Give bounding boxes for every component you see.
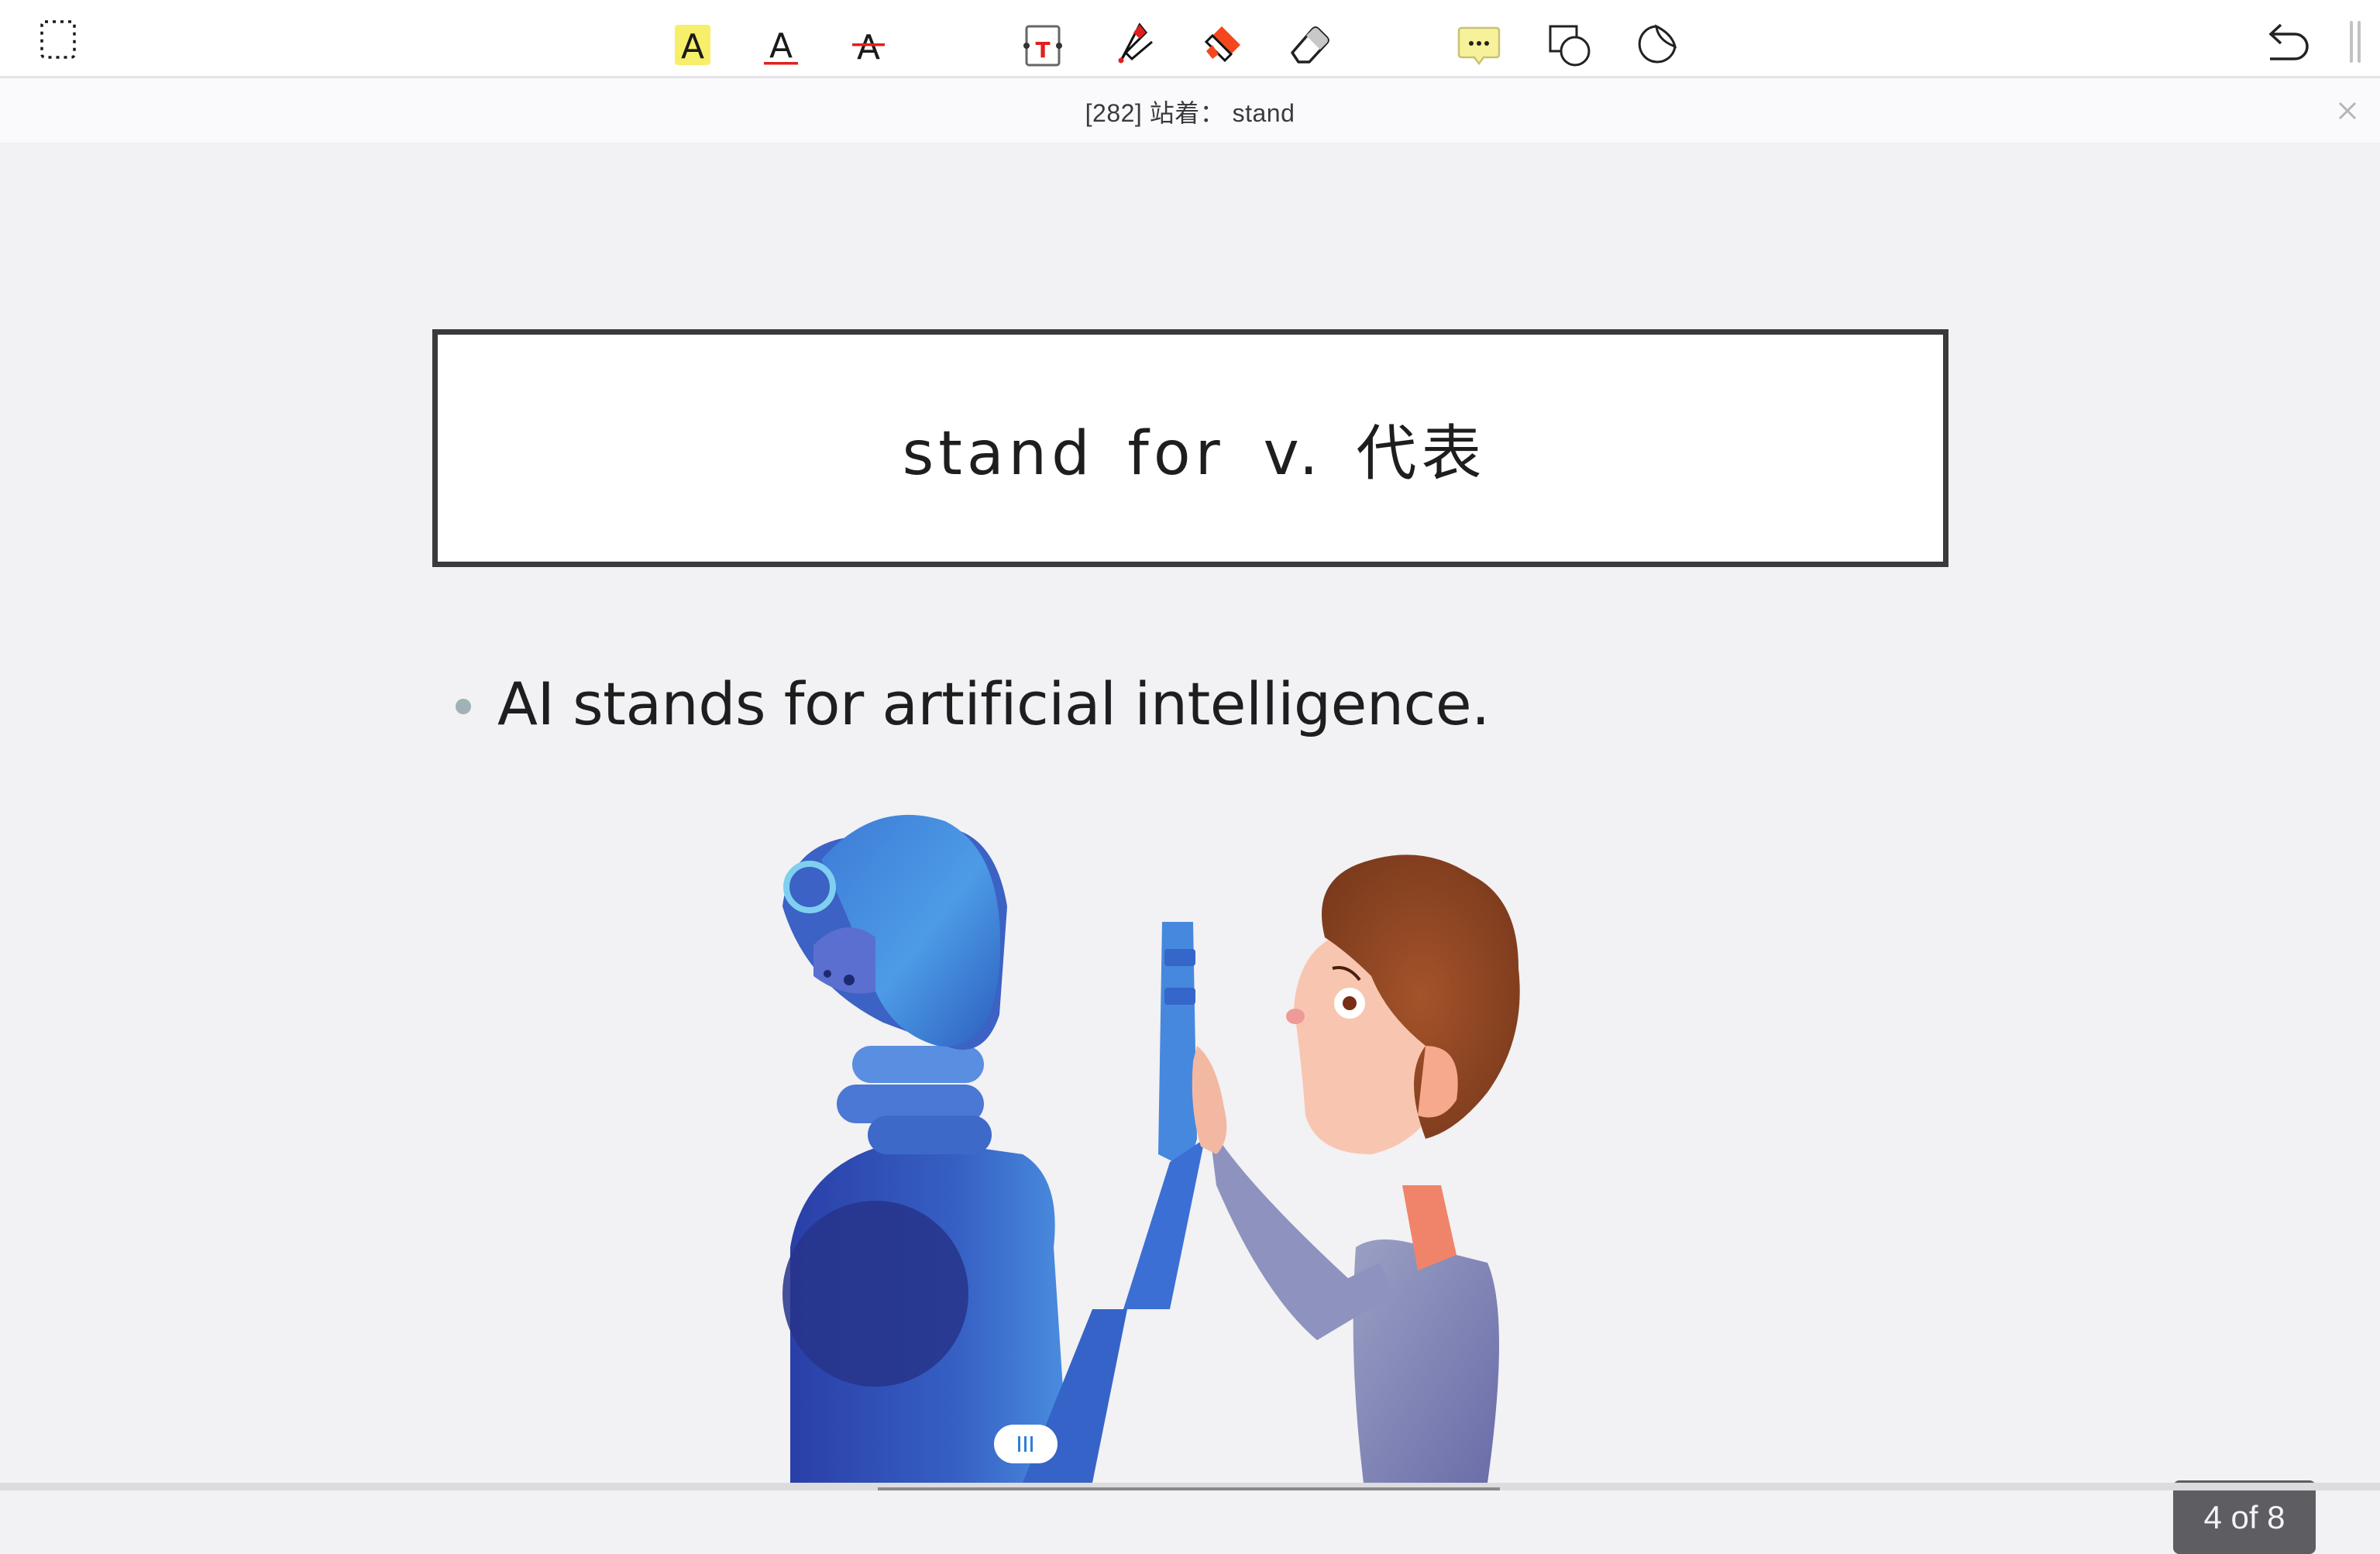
pen-icon xyxy=(1118,22,1153,64)
text-highlight-icon: A xyxy=(675,25,710,67)
text-box-icon: T xyxy=(1023,25,1062,67)
marker-button[interactable] xyxy=(1191,11,1247,67)
sidebar-handle[interactable] xyxy=(2340,11,2371,67)
underline-text-button[interactable]: A xyxy=(753,11,809,67)
close-button[interactable] xyxy=(2330,94,2365,128)
sticker-icon xyxy=(1638,24,1677,64)
add-note-button[interactable] xyxy=(1451,11,1507,67)
close-icon xyxy=(2338,101,2357,120)
annotation-toolbar: A A A T xyxy=(0,0,2380,78)
sticker-button[interactable] xyxy=(1627,11,1683,67)
robot-jaw xyxy=(813,927,875,994)
sidebar-handle-icon xyxy=(2350,21,2361,63)
svg-text:A: A xyxy=(681,27,704,67)
bullet-dot xyxy=(456,698,471,714)
boy-hand xyxy=(1192,1046,1227,1154)
svg-text:A: A xyxy=(769,26,793,66)
highlighter-marker-icon xyxy=(1204,26,1240,63)
horizontal-scroll-thumb[interactable] xyxy=(878,1487,1500,1490)
title-meaning: 代表 xyxy=(1356,418,1487,489)
bullet-text: AI stands for artificial intelligence. xyxy=(497,669,1490,738)
highlight-text-button[interactable]: A xyxy=(665,11,721,67)
bullet-item: AI stands for artificial intelligence. xyxy=(456,669,1490,738)
marquee-select-icon xyxy=(40,20,76,59)
undo-icon xyxy=(2268,23,2309,60)
eraser-button[interactable] xyxy=(1278,11,1334,67)
shapes-icon xyxy=(1549,25,1591,67)
pen-button[interactable] xyxy=(1102,11,1158,67)
slide-content: stand for v. 代表 AI stands for artificial … xyxy=(0,143,2380,1554)
robot-shoulder xyxy=(782,1201,968,1387)
slide-title-box: stand for v. 代表 xyxy=(432,329,1948,567)
shapes-button[interactable] xyxy=(1539,11,1595,67)
text-strikethrough-icon: A xyxy=(852,28,885,67)
word-entry-title: [282] 站着： stand xyxy=(1085,99,1295,127)
title-term: stand for xyxy=(902,418,1225,489)
drag-handle[interactable] xyxy=(994,1425,1058,1463)
word-info-bar: [282] 站着： stand xyxy=(0,78,2380,143)
boy-arm xyxy=(1209,1123,1395,1340)
undo-button[interactable] xyxy=(2261,11,2316,67)
slide-title: stand for v. 代表 xyxy=(903,405,1487,492)
eraser-icon xyxy=(1291,26,1329,64)
comment-note-icon xyxy=(1457,26,1501,66)
text-underline-icon: A xyxy=(764,26,798,66)
title-part-of-speech: v. xyxy=(1263,418,1323,489)
svg-text:T: T xyxy=(1035,37,1050,63)
page-indicator: 4 of 8 xyxy=(2173,1480,2316,1554)
svg-text:A: A xyxy=(857,28,880,67)
strikethrough-text-button[interactable]: A xyxy=(841,11,896,67)
robot-boy-illustration xyxy=(759,813,1650,1483)
select-region-button[interactable] xyxy=(31,11,87,67)
grip-lines-icon xyxy=(1018,1436,1033,1452)
text-box-button[interactable]: T xyxy=(1014,11,1070,67)
robot-and-boy-image xyxy=(782,814,1520,1483)
